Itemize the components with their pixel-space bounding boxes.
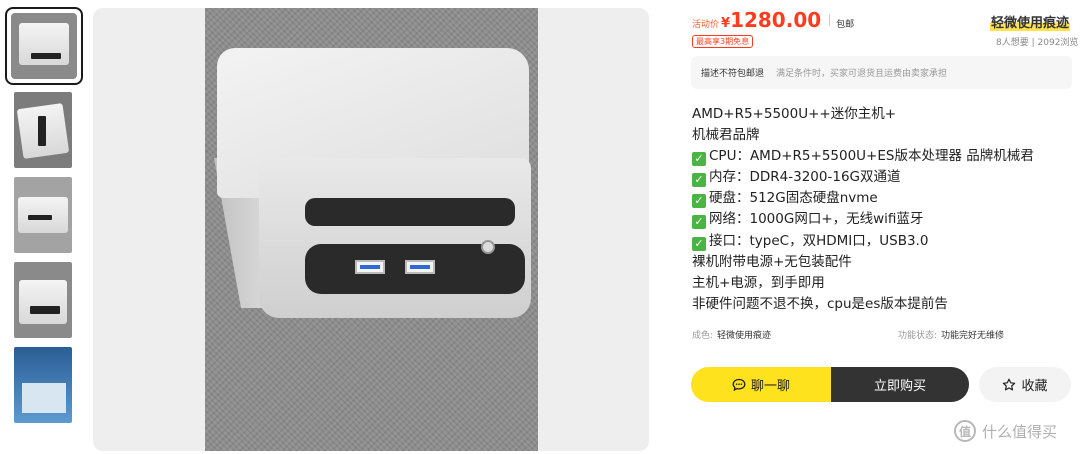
check-icon: ✓	[692, 236, 706, 251]
check-icon: ✓	[692, 173, 706, 188]
thumbnail-image	[14, 92, 72, 168]
check-icon: ✓	[692, 194, 706, 209]
thumbnail-1[interactable]	[5, 7, 83, 85]
notice-text: 满足条件时，买家可退货且运费由卖家承担	[776, 69, 948, 79]
condition-badge: 轻微使用痕迹	[990, 12, 1071, 31]
thumbnail-4[interactable]	[14, 262, 72, 338]
shipping-label: 包邮	[836, 20, 855, 30]
desc-line: ✓ 内存：DDR4-3200-16G双通道	[692, 167, 1072, 188]
thumbnail-image	[14, 177, 72, 253]
product-description: AMD+R5+5500U++迷你主机+ 机械君品牌 ✓ CPU：AMD+R5+55…	[692, 104, 1072, 315]
thumbnail-image	[11, 13, 77, 79]
installment-badge: 最高享3期免息	[692, 35, 754, 48]
product-photo[interactable]	[205, 8, 538, 451]
chat-icon	[732, 378, 746, 391]
notice-title: 描述不符包邮退	[701, 69, 765, 79]
check-icon: ✓	[692, 215, 706, 230]
divider	[829, 14, 831, 26]
thumbnail-2[interactable]	[14, 92, 72, 168]
desc-line: ✓ CPU：AMD+R5+5500U+ES版本处理器 品牌机械君	[692, 146, 1072, 167]
price-label: 活动价	[692, 20, 720, 30]
smzdm-logo-icon: 值	[954, 420, 976, 442]
desc-line: 裸机附带电源+无包装配件	[692, 253, 852, 270]
price-value: 1280.00	[730, 8, 822, 32]
favorite-button[interactable]: 收藏	[979, 367, 1071, 402]
thumbnail-5[interactable]	[14, 347, 72, 423]
watermark-text: 什么值得买	[982, 422, 1058, 441]
buy-now-button[interactable]: 立即购买	[831, 367, 969, 402]
stats-divider: |	[1031, 38, 1035, 48]
price-currency: ¥	[721, 16, 731, 31]
attr-function: 功能状态: 功能完好无维修	[898, 331, 1005, 341]
main-image-panel	[93, 8, 649, 451]
views-count: 2092浏览	[1037, 38, 1079, 48]
price-row: 活动价 ¥ 1280.00 包邮	[692, 8, 854, 32]
thumbnail-3[interactable]	[14, 177, 72, 253]
attr-condition: 成色: 轻微使用痕迹	[692, 331, 772, 341]
stats: 8人想要 | 2092浏览	[996, 35, 1078, 48]
desc-line: 非硬件问题不退不换，cpu是es版本提前告	[692, 295, 948, 312]
star-icon	[1003, 378, 1016, 390]
check-icon: ✓	[692, 152, 706, 167]
wants-count: 8人想要	[996, 38, 1029, 48]
desc-line: 机械君品牌	[692, 127, 760, 144]
desc-line: AMD+R5+5500U++迷你主机+	[692, 106, 897, 122]
desc-line: ✓ 网络：1000G网口+，无线wifi蓝牙	[692, 209, 1072, 230]
desc-line: 主机+电源，到手即用	[692, 274, 825, 291]
site-watermark: 值 什么值得买	[954, 420, 1057, 442]
chat-button[interactable]: 聊一聊	[691, 367, 831, 402]
return-notice: 描述不符包邮退 满足条件时，买家可退货且运费由卖家承担	[691, 56, 1072, 89]
desc-line: ✓ 硬盘：512G固态硬盘nvme	[692, 188, 1072, 209]
thumbnail-image	[14, 262, 72, 338]
thumbnail-image	[14, 347, 72, 423]
desc-line: ✓ 接口：typeC，双HDMI口，USB3.0	[692, 231, 1072, 252]
